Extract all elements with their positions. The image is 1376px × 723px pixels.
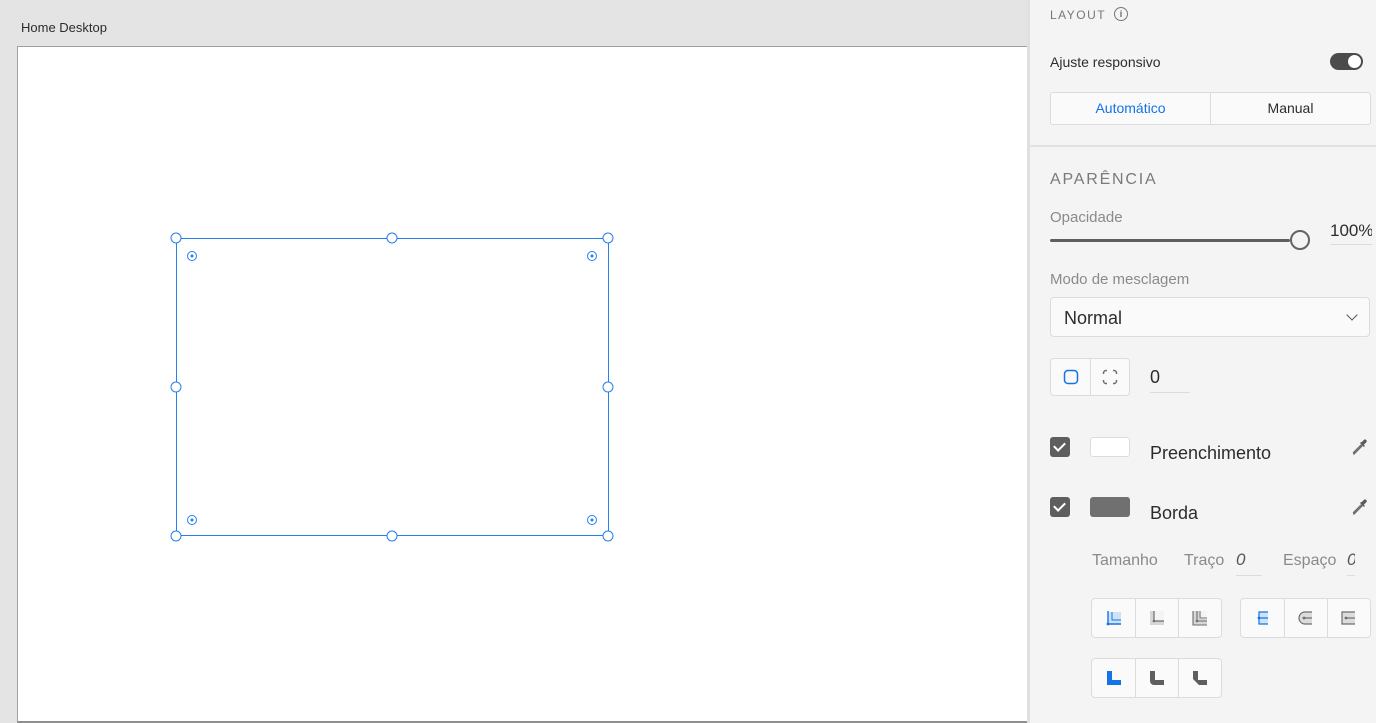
resize-handle-top-right[interactable] [602,232,614,244]
opacity-input[interactable]: 100% [1330,221,1372,245]
corner-radius-handle-bottom-left[interactable] [187,515,197,525]
artboard-name[interactable]: Home Desktop [21,20,107,35]
round-join-button[interactable] [1135,659,1178,697]
border-eyedropper-icon[interactable] [1350,497,1370,517]
border-label: Borda [1150,503,1199,520]
border-color-swatch[interactable] [1090,497,1130,517]
info-icon[interactable]: i [1114,7,1128,21]
corner-mode-group [1050,358,1130,396]
inner-stroke-icon [1106,611,1121,626]
uniform-corner-icon [1063,369,1078,385]
blend-mode-value: Normal [1064,308,1123,328]
responsive-resize-label: Ajuste responsivo [1050,54,1161,70]
bevel-join-button[interactable] [1178,659,1221,697]
responsive-resize-toggle[interactable] [1330,53,1363,70]
fill-checkbox[interactable] [1050,437,1070,457]
square-cap-button[interactable] [1327,599,1370,637]
stroke-gap-input[interactable]: 0 [1347,550,1355,576]
stroke-dash-label: Traço [1184,552,1225,569]
round-cap-icon [1298,611,1312,625]
fill-color-swatch[interactable] [1090,437,1130,457]
bevel-join-icon [1193,671,1207,685]
corner-radius-input[interactable]: 0 [1150,367,1190,393]
property-inspector: LAYOUT i Ajuste responsivo Automático Ma… [1027,0,1376,723]
butt-cap-icon [1257,611,1268,625]
separate-corners-button[interactable] [1090,359,1129,395]
stroke-cap-group [1240,598,1371,638]
miter-join-button[interactable] [1092,659,1135,697]
corner-radius-handle-bottom-right[interactable] [587,515,597,525]
canvas-area[interactable]: Home Desktop [0,0,1027,723]
opacity-slider-handle[interactable] [1290,230,1310,250]
stroke-gap-label: Espaço [1283,552,1337,569]
resize-handle-top-left[interactable] [170,232,182,244]
uniform-corner-button[interactable] [1051,359,1090,395]
toggle-knob [1348,55,1361,68]
round-join-icon [1150,671,1164,685]
layout-section-title: LAYOUT [1050,8,1107,22]
square-cap-icon [1341,611,1355,625]
selected-rectangle[interactable] [176,238,609,536]
fill-eyedropper-icon[interactable] [1350,437,1370,457]
stroke-size-label: Tamanho [1092,552,1158,569]
border-checkbox[interactable] [1050,497,1070,517]
resize-handle-bottom-right[interactable] [602,530,614,542]
round-cap-button[interactable] [1284,599,1327,637]
layout-mode-segmented: Automático Manual [1050,92,1371,125]
mode-automatic-button[interactable]: Automático [1051,93,1210,124]
center-stroke-icon [1192,611,1207,626]
stroke-position-group [1091,598,1222,638]
resize-handle-bottom-left[interactable] [170,530,182,542]
mode-manual-button[interactable]: Manual [1210,93,1370,124]
inner-stroke-button[interactable] [1092,599,1135,637]
corner-radius-handle-top-left[interactable] [187,251,197,261]
butt-cap-button[interactable] [1241,599,1284,637]
opacity-label: Opacidade [1050,209,1123,226]
resize-handle-bottom[interactable] [386,530,398,542]
separate-corners-icon [1102,369,1118,385]
resize-handle-right[interactable] [602,381,614,393]
miter-join-icon [1106,671,1121,685]
fill-label: Preenchimento [1150,443,1272,460]
chevron-down-icon [1346,309,1358,321]
resize-handle-top[interactable] [386,232,398,244]
stroke-join-group [1091,658,1222,698]
blend-mode-label: Modo de mesclagem [1050,271,1190,288]
resize-handle-left[interactable] [170,381,182,393]
corner-radius-handle-top-right[interactable] [587,251,597,261]
section-divider [1030,145,1376,147]
appearance-section-title: APARÊNCIA [1050,171,1158,188]
opacity-slider-track[interactable] [1050,239,1290,242]
outer-stroke-icon [1150,611,1164,625]
center-stroke-button[interactable] [1178,599,1221,637]
outer-stroke-button[interactable] [1135,599,1178,637]
blend-mode-dropdown[interactable]: Normal [1050,297,1370,337]
stroke-dash-input[interactable]: 0 [1236,550,1262,576]
